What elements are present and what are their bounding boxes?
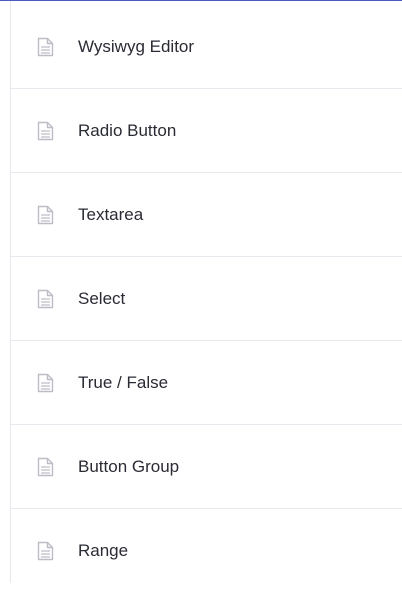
list-item-select[interactable]: Select: [11, 257, 402, 341]
list-item-range[interactable]: Range: [11, 509, 402, 593]
document-icon: [37, 289, 54, 309]
document-icon: [37, 121, 54, 141]
top-rule: [0, 0, 402, 1]
list-item-label: Select: [78, 288, 126, 308]
list-item-label: Textarea: [78, 204, 144, 224]
list-item-label: Range: [78, 541, 129, 560]
document-icon: [37, 205, 54, 225]
document-icon: [37, 37, 54, 57]
list-item-label: Radio Button: [78, 120, 177, 140]
document-icon: [37, 541, 54, 561]
list-item-label: Button Group: [78, 456, 180, 476]
document-icon: [37, 457, 54, 477]
list-item-label: True / False: [78, 372, 169, 392]
list-item-true-false[interactable]: True / False: [11, 341, 402, 425]
list-item-label: Wysiwyg Editor: [78, 36, 195, 56]
left-gutter: [0, 1, 10, 583]
list-item-wysiwyg-editor[interactable]: Wysiwyg Editor: [11, 5, 402, 89]
list-item-textarea[interactable]: Textarea: [11, 173, 402, 257]
field-type-list: Wysiwyg Editor Radio Button Textarea Sel…: [11, 5, 402, 593]
list-item-radio-button[interactable]: Radio Button: [11, 89, 402, 173]
document-icon: [37, 373, 54, 393]
list-item-button-group[interactable]: Button Group: [11, 425, 402, 509]
